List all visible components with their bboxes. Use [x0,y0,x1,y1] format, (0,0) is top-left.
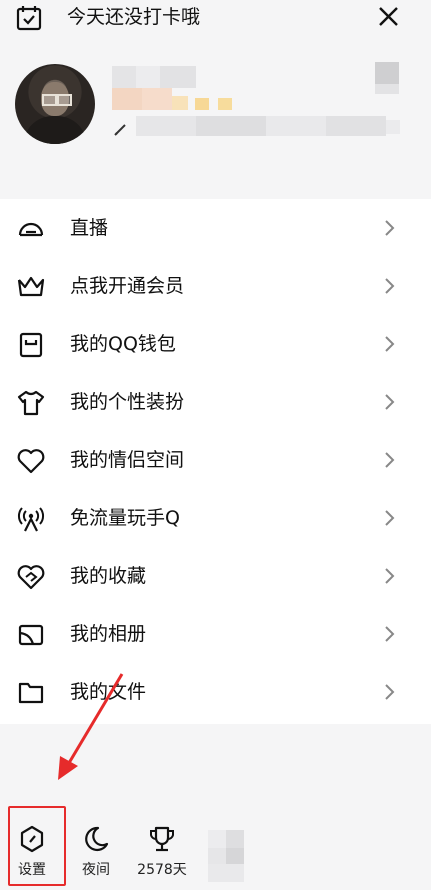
chevron-right-icon [382,451,396,469]
antenna-icon [16,504,46,534]
avatar[interactable] [15,64,95,144]
menu-item-label: 直播 [70,217,109,239]
folder-icon [16,678,46,708]
chevron-right-icon [382,393,396,411]
night-label: 夜间 [82,862,110,878]
chevron-right-icon [382,277,396,295]
menu-item-label: 点我开通会员 [70,275,185,297]
chevron-right-icon [382,335,396,353]
live-icon [16,214,46,244]
menu-item-dressup[interactable]: 我的个性装扮 [0,373,431,431]
annotation-arrow [50,670,130,785]
menu-item-free-data[interactable]: 免流量玩手Q [0,489,431,547]
wallet-icon [16,330,46,360]
edit-signature-icon[interactable] [114,121,128,136]
menu-list: 直播 点我开通会员 我的QQ钱包 我的个性装扮 我的情侣空间 免流量玩手Q 我的… [0,199,431,724]
menu-item-label: 我的QQ钱包 [70,333,176,355]
menu-item-label: 我的情侣空间 [70,449,185,471]
menu-item-label: 我的相册 [70,623,147,645]
heart-icon [16,446,46,476]
menu-item-live[interactable]: 直播 [0,199,431,257]
menu-item-album[interactable]: 我的相册 [0,605,431,663]
settings-button[interactable]: 设置 [12,825,52,879]
menu-item-label: 我的收藏 [70,565,147,587]
close-icon[interactable] [372,3,404,31]
chevron-right-icon [382,683,396,701]
menu-item-vip[interactable]: 点我开通会员 [0,257,431,315]
days-label: 2578天 [137,862,187,878]
checkin-status-text[interactable]: 今天还没打卡哦 [67,5,200,29]
favorite-icon [16,562,46,592]
menu-item-label: 免流量玩手Q [70,507,180,529]
chevron-right-icon [382,509,396,527]
moon-icon [85,826,109,852]
chevron-right-icon [382,567,396,585]
crown-icon [16,272,46,302]
chevron-right-icon [382,625,396,643]
top-bar: 今天还没打卡哦 [0,0,431,40]
days-button[interactable]: 2578天 [132,825,192,879]
calendar-check-icon[interactable] [14,5,44,31]
night-mode-button[interactable]: 夜间 [74,825,118,879]
menu-item-couple-space[interactable]: 我的情侣空间 [0,431,431,489]
chevron-right-icon [382,219,396,237]
album-icon [16,620,46,650]
settings-icon [20,825,44,853]
trophy-icon [150,826,174,852]
shirt-icon [16,388,46,418]
close-button[interactable] [372,3,404,31]
menu-item-favorites[interactable]: 我的收藏 [0,547,431,605]
settings-label: 设置 [18,862,46,878]
menu-item-label: 我的个性装扮 [70,391,185,413]
menu-item-wallet[interactable]: 我的QQ钱包 [0,315,431,373]
